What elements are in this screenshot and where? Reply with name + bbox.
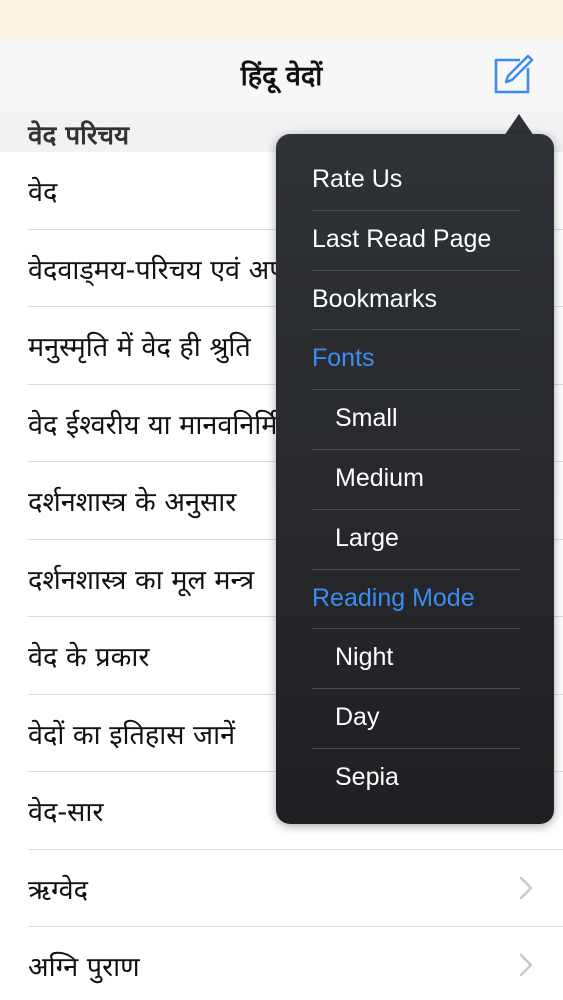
list-item-label: वेद के प्रकार [28,642,150,673]
menu-heading-label: Fonts [312,344,375,373]
list-item[interactable]: अग्नि पुराण [28,927,563,1000]
menu-item-label: Day [335,703,380,732]
settings-popover-menu: Rate Us Last Read Page Bookmarks Fonts S… [276,134,554,824]
list-item[interactable]: ऋग्वेद [28,850,563,927]
list-item-label: दर्शनशास्त्र के अनुसार [28,487,237,518]
menu-item-label: Medium [335,463,424,492]
popover-menu-list: Rate Us Last Read Page Bookmarks Fonts S… [276,151,554,809]
menu-item-font-small[interactable]: Small [276,390,554,450]
list-item-label: वेद [28,177,58,208]
menu-heading-label: Reading Mode [312,583,475,612]
list-item-label: वेद ईश्वरीय या मानवनिर्मित [28,409,293,441]
status-bar [0,0,563,40]
menu-item-font-medium[interactable]: Medium [276,450,554,510]
menu-item-label: Sepia [335,762,399,791]
menu-item-rate-us[interactable]: Rate Us [276,151,554,211]
popover-arrow [504,114,534,136]
menu-item-last-read-page[interactable]: Last Read Page [276,211,554,271]
page-title: हिंदू वेदों [240,61,323,92]
list-item-label: वेद-सार [28,797,104,828]
menu-item-label: Large [335,523,399,552]
list-item-label: मनुस्मृति में वेद ही श्रुति [28,332,251,363]
menu-item-mode-night[interactable]: Night [276,629,554,689]
menu-item-mode-day[interactable]: Day [276,689,554,749]
menu-heading-fonts: Fonts [276,330,554,390]
compose-button[interactable] [490,52,536,96]
menu-item-font-large[interactable]: Large [276,510,554,570]
list-item-label: दर्शनशास्त्र का मूल मन्त्र [28,564,255,596]
menu-item-label: Night [335,643,394,672]
menu-item-label: Bookmarks [312,284,438,313]
list-item-label: वेदों का इतिहास जानें [28,719,236,751]
app-screen: हिंदू वेदों वेद परिचय वेद वेदवाड्मय-परिच… [0,0,563,1000]
menu-item-label: Small [335,404,398,433]
navigation-bar: हिंदू वेदों [0,40,563,113]
list-item-label: अग्नि पुराण [28,952,140,983]
list-item-label: ऋग्वेद [28,874,88,906]
chevron-right-icon [519,953,533,977]
menu-item-label: Last Read Page [312,224,492,253]
section-header-label: वेद परिचय [28,121,130,151]
menu-item-label: Rate Us [312,165,403,193]
menu-item-bookmarks[interactable]: Bookmarks [276,271,554,331]
compose-icon [494,54,534,94]
menu-item-mode-sepia[interactable]: Sepia [276,749,554,809]
menu-heading-reading-mode: Reading Mode [276,570,554,630]
chevron-right-icon [519,876,533,899]
